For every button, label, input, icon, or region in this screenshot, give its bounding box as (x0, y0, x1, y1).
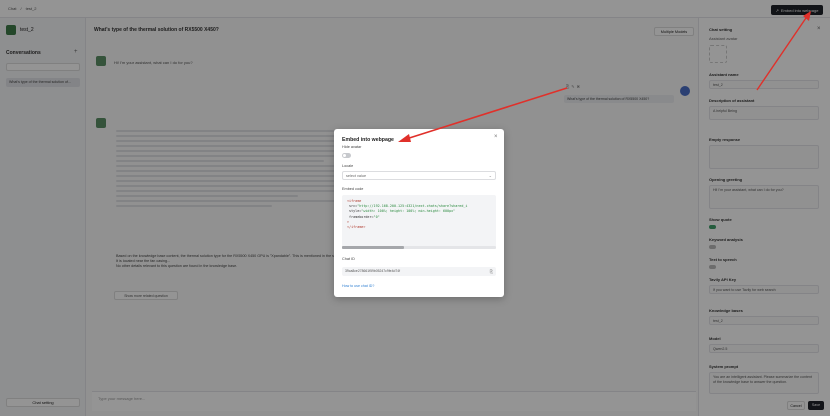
code-value: "http://192.168.200.125:4321/next-chats/… (357, 204, 468, 209)
locale-select-placeholder: select value (346, 174, 367, 178)
code-scrollbar[interactable] (342, 246, 496, 249)
embed-modal: Embed into webpage × Hide avatar Locale … (334, 129, 504, 297)
locale-label: Locale (342, 164, 354, 168)
chat-id-field: 39ca8ce278661f59b05247c9fe4d74f ⎘ (342, 267, 496, 276)
hide-avatar-toggle[interactable] (342, 153, 351, 158)
modal-title: Embed into webpage (342, 137, 394, 143)
how-to-use-chat-id-link[interactable]: How to use chat ID? (342, 284, 374, 288)
scrollbar-thumb[interactable] (342, 246, 404, 249)
code-value: "width: 100%; height: 100%; min-height: … (361, 209, 456, 214)
chevron-down-icon: ⌄ (488, 173, 492, 178)
code-attr: frameborder= (349, 214, 374, 219)
code-line: </iframe> (347, 225, 366, 230)
code-attr: src= (349, 204, 358, 209)
hide-avatar-label: Hide avatar (342, 145, 362, 149)
copy-icon[interactable]: ⎘ (490, 269, 493, 274)
locale-select[interactable]: select value ⌄ (342, 171, 496, 180)
code-line: <iframe (347, 199, 362, 203)
embed-code-block[interactable]: <iframe src="http://192.168.200.125:4321… (342, 195, 496, 247)
code-attr: style= (349, 209, 362, 214)
chat-id-value: 39ca8ce278661f59b05247c9fe4d74f (345, 269, 401, 274)
embed-code-label: Embed code (342, 187, 364, 191)
modal-close-icon[interactable]: × (494, 134, 498, 140)
code-line: > (347, 219, 350, 224)
code-value: "0" (373, 214, 380, 219)
chat-id-label: Chat ID (342, 257, 355, 261)
